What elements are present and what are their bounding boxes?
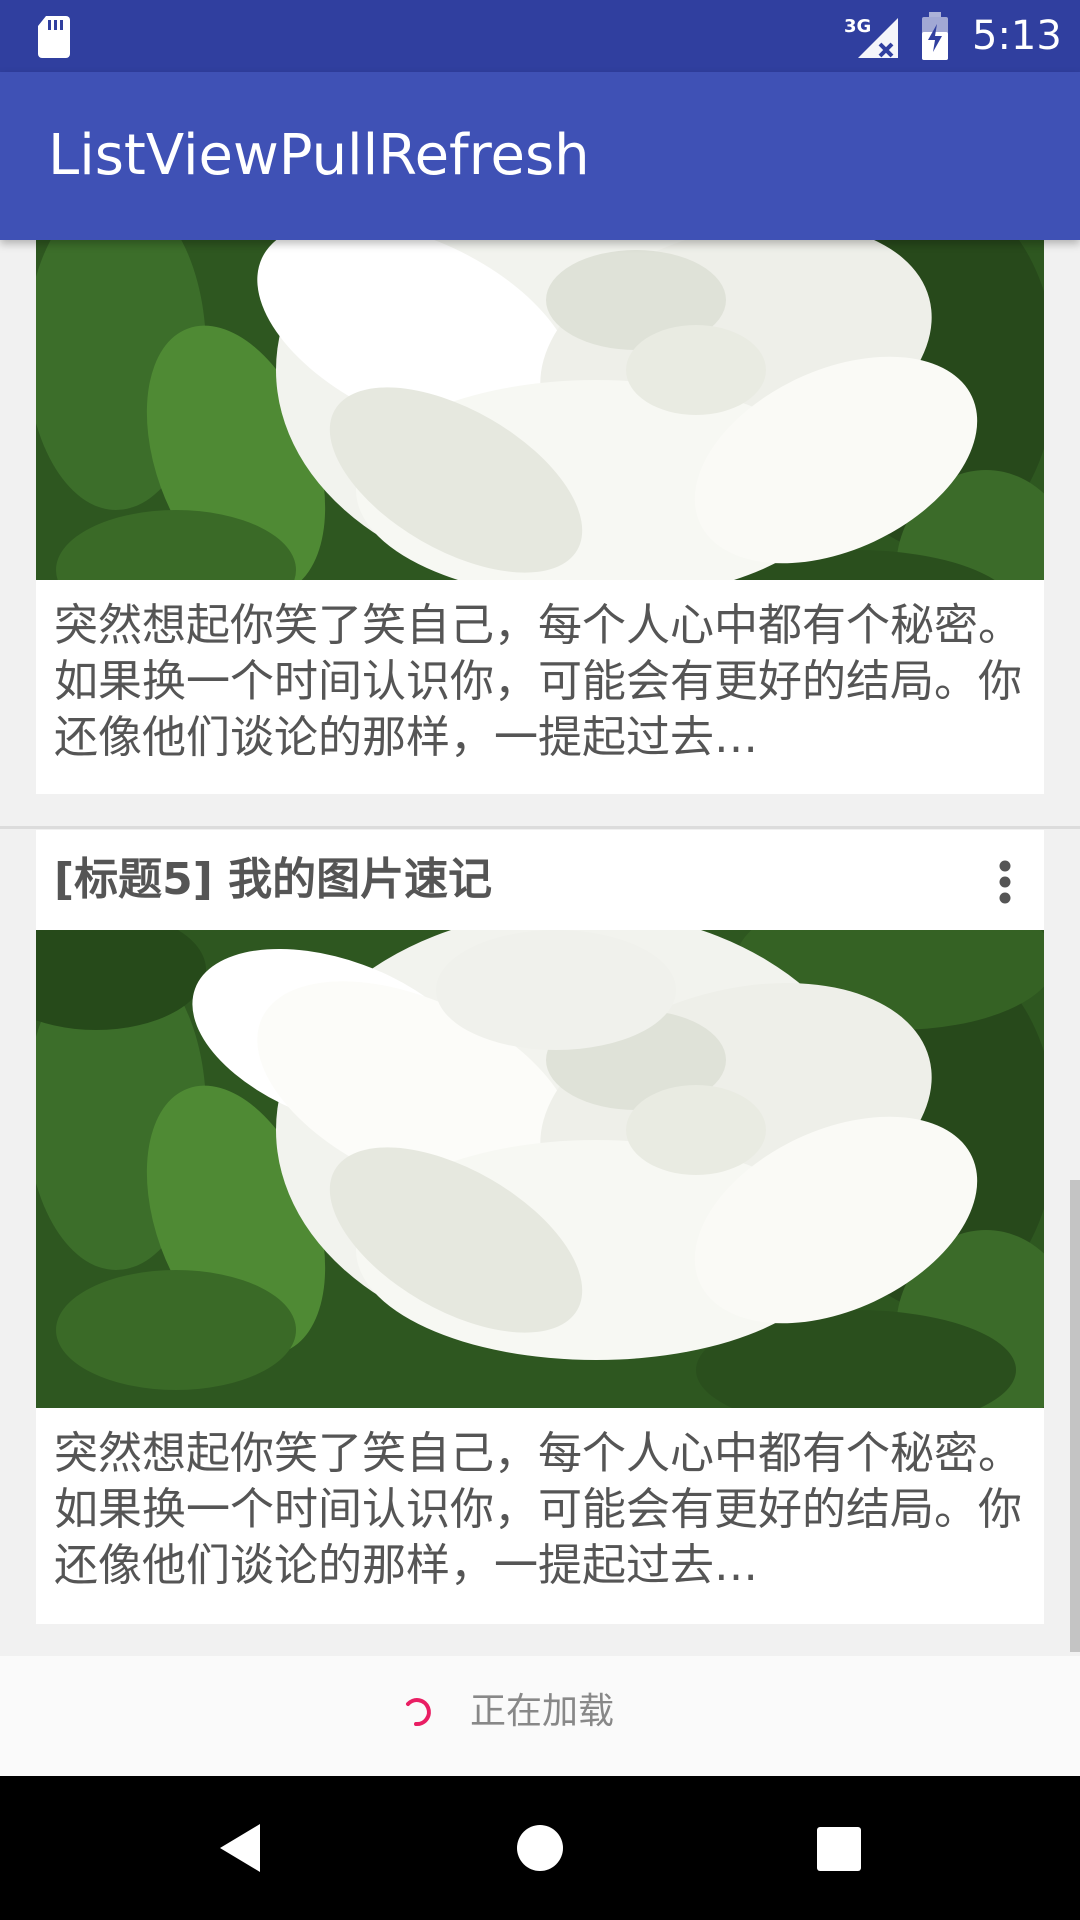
battery-charging-icon — [922, 12, 948, 60]
card-image — [36, 240, 1044, 580]
loading-footer: 正在加载 — [0, 1656, 1080, 1776]
list-divider — [0, 826, 1080, 829]
gardenia-flower-photo-icon — [36, 930, 1044, 1408]
more-vert-icon[interactable] — [996, 858, 1014, 906]
app-title: ListViewPullRefresh — [48, 123, 590, 188]
app-bar: ListViewPullRefresh — [0, 72, 1080, 240]
screen: 3G 5:13 ListViewPullRefresh 突然想起你笑了笑自己，每… — [0, 0, 1080, 1920]
scrollbar[interactable] — [1070, 1180, 1080, 1652]
navigation-bar — [0, 1776, 1080, 1920]
home-icon[interactable] — [516, 1824, 564, 1872]
recents-icon[interactable] — [816, 1826, 862, 1872]
status-bar: 3G 5:13 — [0, 0, 1080, 72]
clock: 5:13 — [972, 13, 1062, 59]
gardenia-flower-photo-icon — [36, 240, 1044, 580]
card-description: 突然想起你笑了笑自己，每个人心中都有个秘密。如果换一个时间认识你，可能会有更好的… — [54, 600, 1022, 763]
back-icon[interactable] — [216, 1822, 264, 1874]
card-description: 突然想起你笑了笑自己，每个人心中都有个秘密。如果换一个时间认识你，可能会有更好的… — [54, 1428, 1022, 1591]
list-item[interactable]: 突然想起你笑了笑自己，每个人心中都有个秘密。如果换一个时间认识你，可能会有更好的… — [36, 240, 1044, 794]
card-image — [36, 930, 1044, 1408]
signal-no-data-icon: 3G — [844, 16, 898, 58]
card-title: [标题5] 我的图片速记 — [54, 854, 493, 905]
loading-spinner-icon — [406, 1698, 431, 1727]
sd-card-icon — [38, 16, 70, 58]
network-type-label: 3G — [844, 16, 871, 37]
loading-text: 正在加载 — [470, 1691, 615, 1732]
list-item[interactable]: [标题5] 我的图片速记 突然想起你笑了笑自己，每个人心中都有个秘密。如果换一个… — [36, 830, 1044, 1624]
